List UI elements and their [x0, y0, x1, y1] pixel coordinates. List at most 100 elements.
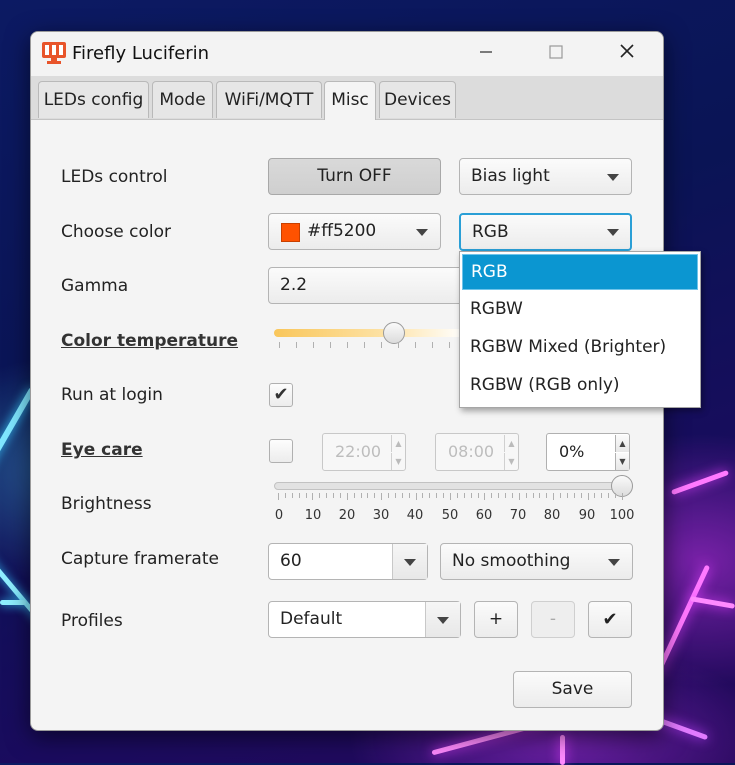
spinner-up-icon[interactable]: ▲	[504, 435, 518, 452]
minimize-button[interactable]	[467, 40, 505, 68]
add-profile-button[interactable]: +	[474, 601, 518, 638]
profile-value: Default	[280, 609, 343, 629]
brightness-tick-label: 50	[441, 508, 459, 523]
brightness-tick	[346, 493, 348, 500]
brightness-tick	[305, 493, 307, 498]
spinner-down-icon[interactable]: ▼	[504, 453, 518, 470]
framerate-value: 60	[280, 551, 302, 571]
spinner-down-icon[interactable]: ▼	[391, 453, 405, 470]
popup-option-rgbw[interactable]: RGBW	[460, 291, 700, 328]
choose-color-label: Choose color	[61, 222, 172, 242]
brightness-tick	[374, 493, 376, 498]
brightness-tick	[333, 493, 335, 498]
brightness-tick	[470, 493, 472, 498]
gamma-dropdown[interactable]: 2.2	[268, 267, 468, 304]
popup-option-rgbw-rgb-only[interactable]: RGBW (RGB only)	[460, 367, 700, 404]
brightness-tick	[518, 493, 520, 500]
save-button[interactable]: Save	[513, 671, 632, 708]
brightness-tick	[546, 493, 548, 498]
eye-care-percent-value: 0%	[559, 442, 585, 461]
gamma-label: Gamma	[61, 276, 129, 296]
brightness-tick	[291, 493, 293, 498]
check-icon: ✔	[273, 384, 289, 405]
brightness-tick	[615, 493, 617, 498]
profiles-dropdown-button[interactable]	[425, 602, 460, 637]
eye-care-end-spinner[interactable]: 08:00 ▲ ▼	[435, 433, 519, 471]
turn-off-button[interactable]: Turn OFF	[268, 158, 441, 195]
popup-option-rgbw-mixed[interactable]: RGBW Mixed (Brighter)	[460, 329, 700, 366]
eye-care-label[interactable]: Eye care	[61, 440, 143, 460]
brightness-tick	[367, 493, 369, 498]
color-temperature-track	[274, 329, 464, 337]
framerate-dropdown-button[interactable]	[392, 544, 427, 579]
eye-care-checkbox[interactable]	[269, 439, 293, 463]
brightness-tick	[553, 493, 555, 500]
brightness-tick	[539, 493, 541, 498]
brightness-tick	[408, 493, 410, 498]
eye-care-start-spinner[interactable]: 22:00 ▲ ▼	[322, 433, 406, 471]
run-at-login-checkbox[interactable]: ✔	[269, 383, 293, 407]
close-icon	[619, 43, 635, 64]
brightness-tick	[415, 493, 417, 500]
color-picker[interactable]: #ff5200	[268, 213, 441, 250]
tab-devices[interactable]: Devices	[379, 81, 456, 118]
brightness-tick-label: 70	[509, 508, 527, 523]
tab-leds-config[interactable]: LEDs config	[38, 81, 149, 118]
bias-light-dropdown[interactable]: Bias light	[459, 158, 632, 195]
brightness-tick	[601, 493, 603, 498]
profiles-label: Profiles	[61, 611, 123, 631]
brightness-tick	[532, 493, 534, 498]
tab-wifi-mqtt[interactable]: WiFi/MQTT	[216, 81, 322, 118]
brightness-tick-label: 30	[372, 508, 390, 523]
chevron-down-icon	[607, 229, 619, 236]
brightness-tick	[491, 493, 493, 498]
color-temperature-label[interactable]: Color temperature	[61, 331, 238, 351]
framerate-combo[interactable]: 60	[268, 543, 428, 580]
close-button[interactable]	[608, 40, 646, 68]
smoothing-dropdown[interactable]: No smoothing	[440, 543, 633, 580]
chevron-down-icon	[404, 559, 416, 566]
brightness-tick	[284, 493, 286, 498]
maximize-button[interactable]	[537, 40, 575, 68]
spinner-up-icon[interactable]: ▲	[615, 435, 629, 452]
brightness-label: Brightness	[61, 494, 152, 514]
gamma-value: 2.2	[280, 275, 308, 295]
popup-option-rgb[interactable]: RGB	[462, 254, 698, 290]
brightness-tick	[326, 493, 328, 498]
brightness-tick	[353, 493, 355, 498]
leds-control-label: LEDs control	[61, 167, 168, 187]
remove-profile-button[interactable]: -	[531, 601, 575, 638]
brightness-tick	[388, 493, 390, 498]
color-temperature-slider-thumb[interactable]	[383, 322, 405, 344]
title-bar[interactable]: Firefly Luciferin	[31, 32, 663, 76]
color-format-dropdown[interactable]: RGB	[459, 213, 632, 251]
profiles-combo[interactable]: Default	[268, 601, 461, 638]
brightness-tick	[484, 493, 486, 500]
bias-light-value: Bias light	[471, 166, 550, 186]
color-hex-value: #ff5200	[307, 221, 377, 241]
brightness-tick	[360, 493, 362, 498]
tab-mode[interactable]: Mode	[152, 81, 213, 118]
window-title: Firefly Luciferin	[72, 43, 210, 64]
eye-care-start-value: 22:00	[335, 442, 382, 461]
brightness-tick	[573, 493, 575, 498]
eye-care-percent-spinner[interactable]: 0% ▲ ▼	[546, 433, 630, 471]
spinner-up-icon[interactable]: ▲	[391, 435, 405, 452]
brightness-tick	[594, 493, 596, 498]
spinner-down-icon[interactable]: ▼	[615, 453, 629, 470]
smoothing-value: No smoothing	[452, 551, 571, 571]
brightness-tick-label: 40	[406, 508, 424, 523]
brightness-tick-label: 80	[543, 508, 561, 523]
brightness-tick	[456, 493, 458, 498]
tab-misc[interactable]: Misc	[324, 81, 376, 120]
minimize-icon	[479, 43, 493, 64]
chevron-down-icon	[437, 617, 449, 624]
apply-profile-button[interactable]: ✔	[588, 601, 632, 638]
brightness-tick	[477, 493, 479, 498]
color-format-popup: RGB RGBW RGBW Mixed (Brighter) RGBW (RGB…	[459, 251, 701, 408]
tab-bar: LEDs config Mode WiFi/MQTT Misc Devices	[31, 76, 663, 120]
brightness-tick	[312, 493, 314, 500]
app-logo-icon	[42, 42, 66, 64]
chevron-down-icon	[416, 229, 428, 236]
brightness-tick	[450, 493, 451, 500]
